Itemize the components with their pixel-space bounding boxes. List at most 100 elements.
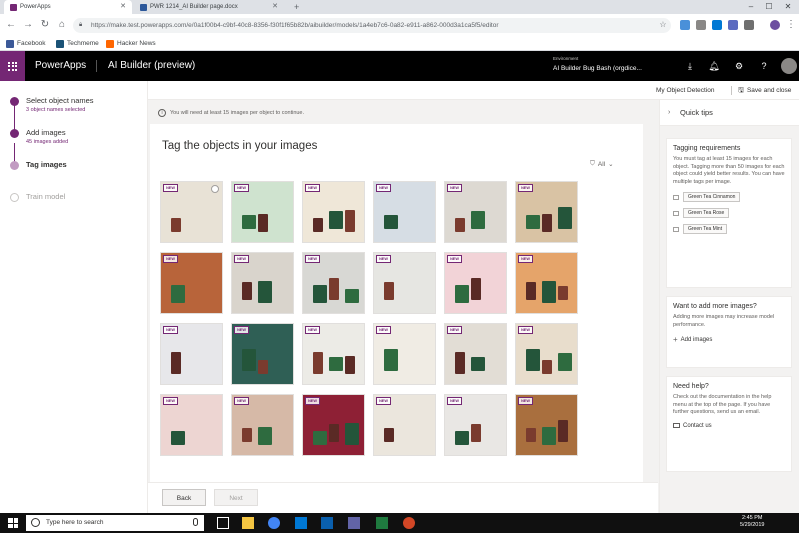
bookmark-label: Techmeme [67, 40, 99, 47]
image-thumbnail[interactable]: NEW [302, 323, 365, 385]
next-button[interactable]: Next [214, 489, 258, 506]
quick-tips-panel: › Quick tips Tagging requirements You mu… [659, 100, 799, 513]
reload-icon[interactable]: ↻ [38, 18, 52, 32]
image-thumbnail[interactable]: NEW [302, 181, 365, 243]
app-launcher-button[interactable] [0, 51, 25, 81]
file-explorer-icon[interactable] [242, 517, 254, 529]
download-icon[interactable]: ⤓ [678, 51, 702, 81]
new-badge: NEW [234, 397, 249, 405]
step-tag-images[interactable]: Tag images [10, 159, 140, 173]
bookmark-star-icon[interactable]: ☆ [656, 18, 670, 32]
bookmark-hacker-news[interactable]: Hacker News [106, 37, 156, 50]
save-icon: 🖫 [738, 87, 744, 94]
image-thumbnail[interactable]: NEW [302, 252, 365, 314]
image-thumbnail[interactable]: NEW [444, 323, 507, 385]
taskbar-search-input[interactable]: Type here to search [26, 515, 204, 531]
user-avatar[interactable] [781, 58, 797, 74]
select-checkbox[interactable] [211, 185, 219, 193]
minimize-window-icon[interactable]: – [742, 0, 760, 14]
bookmark-facebook[interactable]: Facebook [6, 37, 46, 50]
collapse-chevron-icon[interactable]: › [668, 100, 670, 126]
powerpoint-icon[interactable] [403, 517, 415, 529]
close-tab-icon[interactable]: ✕ [272, 0, 278, 14]
back-arrow-icon[interactable]: ← [4, 18, 18, 32]
image-thumbnail[interactable]: NEW [231, 181, 294, 243]
tea-can-shape [384, 349, 398, 371]
extension-icon[interactable] [728, 20, 738, 30]
maximize-window-icon[interactable]: ☐ [760, 0, 778, 14]
image-thumbnail[interactable]: NEW [160, 181, 223, 243]
image-thumbnail[interactable]: NEW [515, 323, 578, 385]
image-thumbnail[interactable]: NEW [373, 323, 436, 385]
save-and-close-button[interactable]: 🖫 Save and close [738, 81, 791, 100]
extension-icon[interactable] [696, 20, 706, 30]
add-images-link[interactable]: + Add images [673, 335, 785, 344]
tea-can-shape [242, 428, 252, 442]
edge-icon[interactable] [321, 517, 333, 529]
extension-icon[interactable] [712, 20, 722, 30]
close-window-icon[interactable]: ✕ [779, 0, 797, 14]
back-button[interactable]: Back [162, 489, 206, 506]
image-thumbnail[interactable]: NEW [231, 252, 294, 314]
image-thumbnail[interactable]: NEW [231, 323, 294, 385]
image-thumbnail[interactable]: NEW [515, 252, 578, 314]
image-thumbnail[interactable]: NEW [515, 181, 578, 243]
chrome-icon[interactable] [268, 517, 280, 529]
image-thumbnail[interactable]: NEW [515, 394, 578, 456]
app-name[interactable]: PowerApps [35, 51, 86, 81]
close-tab-icon[interactable]: ✕ [120, 0, 126, 14]
extension-icon[interactable] [744, 20, 754, 30]
image-thumbnail[interactable]: NEW [444, 181, 507, 243]
image-thumbnail[interactable]: NEW [231, 394, 294, 456]
tea-can-shape [345, 423, 359, 445]
extension-icon[interactable] [680, 20, 690, 30]
step-train-model: Train model [10, 191, 140, 205]
environment-picker[interactable]: Environment AI Builder Bug Bash (orgdice… [553, 55, 673, 77]
new-tab-icon[interactable]: + [294, 1, 299, 13]
image-filter-dropdown[interactable]: ⛉ All ⌄ [590, 160, 614, 168]
image-thumbnail[interactable]: NEW [373, 252, 436, 314]
step-select-object-names[interactable]: Select object names 3 object names selec… [10, 95, 140, 119]
home-icon[interactable]: ⌂ [55, 18, 69, 32]
info-message-bar: i You will need at least 15 images per o… [158, 106, 648, 120]
bookmark-techmeme[interactable]: Techmeme [56, 37, 99, 50]
notifications-icon[interactable]: 🔔︎ [702, 51, 726, 81]
contact-us-link[interactable]: Contact us [673, 423, 785, 429]
breadcrumb[interactable]: AI Builder (preview) [108, 51, 195, 81]
image-thumbnail[interactable]: NEW [160, 323, 223, 385]
excel-icon[interactable] [376, 517, 388, 529]
page-title: Tag the objects in your images [162, 140, 318, 152]
new-badge: NEW [447, 255, 462, 263]
new-badge: NEW [447, 184, 462, 192]
link-label: Add images [680, 336, 713, 343]
tea-can-shape [313, 352, 323, 374]
browser-tab-powerapps[interactable]: PowerApps ✕ [4, 0, 132, 14]
image-thumbnail[interactable]: NEW [444, 252, 507, 314]
tea-can-shape [258, 427, 272, 445]
forward-arrow-icon[interactable]: → [21, 18, 35, 32]
address-bar-input[interactable]: 🔒︎ https://make.test.powerapps.com/e/0a1… [73, 18, 671, 33]
tea-can-shape [345, 289, 359, 303]
settings-gear-icon[interactable]: ⚙ [727, 51, 751, 81]
tea-can-shape [542, 214, 552, 232]
teams-icon[interactable] [348, 517, 360, 529]
tag-icon [673, 226, 679, 232]
image-thumbnail[interactable]: NEW [160, 252, 223, 314]
microphone-icon[interactable] [193, 518, 198, 526]
image-thumbnail[interactable]: NEW [444, 394, 507, 456]
profile-avatar-icon[interactable] [770, 20, 780, 30]
help-icon[interactable]: ? [752, 51, 776, 81]
browser-menu-icon[interactable]: ⋮ [784, 18, 798, 32]
task-view-icon[interactable] [217, 517, 229, 529]
taskbar-clock[interactable]: 2:45 PM 5/29/2019 [740, 515, 764, 529]
quick-tips-header[interactable]: › Quick tips [660, 100, 799, 126]
step-add-images[interactable]: Add images 45 images added [10, 127, 140, 151]
image-thumbnail[interactable]: NEW [302, 394, 365, 456]
outlook-icon[interactable] [295, 517, 307, 529]
image-thumbnail[interactable]: NEW [373, 181, 436, 243]
image-thumbnail[interactable]: NEW [373, 394, 436, 456]
browser-tab-word-doc[interactable]: PWR 1214_AI Builder page.docx ✕ [134, 0, 284, 14]
image-thumbnail[interactable]: NEW [160, 394, 223, 456]
new-badge: NEW [305, 326, 320, 334]
windows-start-icon[interactable] [8, 518, 18, 528]
